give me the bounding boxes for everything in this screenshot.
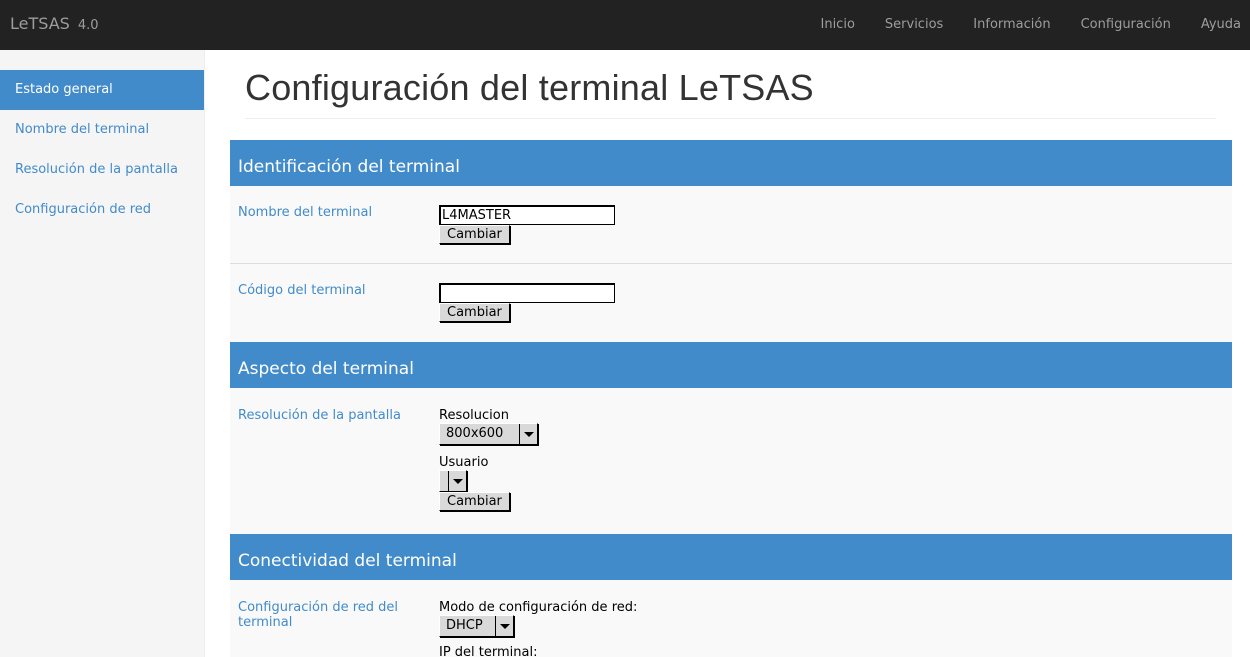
section-connectivity-heading: Conectividad del terminal <box>230 534 1232 580</box>
chevron-down-icon <box>495 616 513 636</box>
brand-name[interactable]: LeTSAS <box>10 14 70 33</box>
chevron-down-icon <box>448 471 466 491</box>
nav-informacion[interactable]: Información <box>958 0 1065 50</box>
network-mode-select-value: DHCP <box>446 618 483 633</box>
terminal-name-change-button[interactable]: Cambiar <box>439 225 510 244</box>
user-select[interactable] <box>439 470 467 492</box>
section-identification-heading: Identificación del terminal <box>230 140 1232 186</box>
terminal-name-input[interactable] <box>439 205 615 225</box>
user-select-value <box>440 471 448 491</box>
chevron-down-icon <box>519 424 537 444</box>
sidebar-item-resolucion[interactable]: Resolución de la pantalla <box>0 150 204 190</box>
terminal-code-input[interactable] <box>439 283 615 303</box>
sidebar-item-estado-general[interactable]: Estado general <box>0 70 204 110</box>
terminal-code-change-button[interactable]: Cambiar <box>439 303 510 322</box>
nav-servicios[interactable]: Servicios <box>870 0 958 50</box>
section-appearance-heading: Aspecto del terminal <box>230 342 1232 388</box>
sidebar-list: Estado general Nombre del terminal Resol… <box>0 70 204 230</box>
nav-inicio[interactable]: Inicio <box>806 0 870 50</box>
network-config-controls: Modo de configuración de red: DHCP IP de… <box>439 600 637 657</box>
screen-resolution-controls: Resolucion 800x600 Usuario Cambiar <box>439 408 538 511</box>
terminal-name-controls: Cambiar <box>439 205 615 244</box>
network-mode-caption: Modo de configuración de red: <box>439 600 638 615</box>
brand[interactable]: LeTSAS 4.0 <box>10 14 99 33</box>
sidebar-item-configuracion-red[interactable]: Configuración de red <box>0 190 204 230</box>
page-title: Configuración del terminal LeTSAS <box>245 67 814 108</box>
top-navbar: LeTSAS 4.0 Inicio Servicios Información … <box>0 0 1250 50</box>
terminal-ip-caption: IP del terminal: <box>439 645 538 657</box>
row-terminal-code: Código del terminal Cambiar <box>230 264 1232 342</box>
main-nav: Inicio Servicios Información Configuraci… <box>806 0 1250 50</box>
nav-configuracion[interactable]: Configuración <box>1066 0 1186 50</box>
resolution-change-button[interactable]: Cambiar <box>439 492 510 511</box>
terminal-code-controls: Cambiar <box>439 283 615 322</box>
title-divider <box>245 118 1216 119</box>
resolution-select[interactable]: 800x600 <box>439 423 538 445</box>
brand-version: 4.0 <box>77 18 99 33</box>
row-screen-resolution: Resolución de la pantalla Resolucion 800… <box>230 388 1232 534</box>
screen-resolution-label[interactable]: Resolución de la pantalla <box>238 408 401 423</box>
network-config-label[interactable]: Configuración de red del terminal <box>238 600 418 630</box>
row-network-config: Configuración de red del terminal Modo d… <box>230 580 1232 657</box>
user-caption: Usuario <box>439 455 489 470</box>
sidebar: Estado general Nombre del terminal Resol… <box>0 50 205 657</box>
terminal-code-label[interactable]: Código del terminal <box>238 283 366 298</box>
row-terminal-name: Nombre del terminal Cambiar <box>230 186 1232 264</box>
nav-ayuda[interactable]: Ayuda <box>1186 0 1250 50</box>
sidebar-item-nombre-terminal[interactable]: Nombre del terminal <box>0 110 204 150</box>
network-mode-select[interactable]: DHCP <box>439 615 514 637</box>
terminal-name-label[interactable]: Nombre del terminal <box>238 205 372 220</box>
resolution-caption: Resolucion <box>439 408 509 423</box>
resolution-select-value: 800x600 <box>446 426 504 441</box>
